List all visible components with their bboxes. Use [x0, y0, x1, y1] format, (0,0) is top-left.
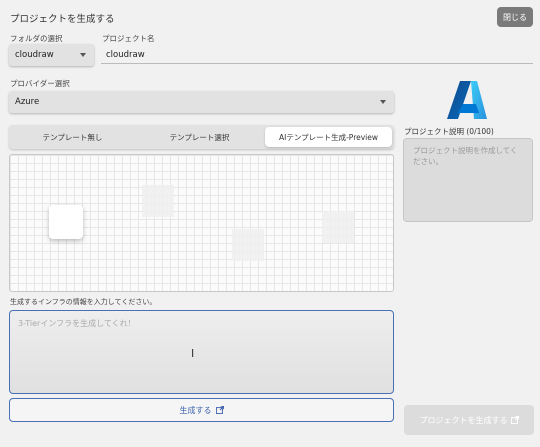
caret-down-icon	[80, 53, 86, 57]
ghost-node	[142, 185, 174, 217]
description-textarea[interactable]: プロジェクト説明を作成してください。	[403, 138, 533, 222]
folder-select-value: cloudraw	[15, 50, 54, 60]
create-project-button[interactable]: プロジェクトを生成する	[404, 405, 534, 435]
external-link-icon	[510, 416, 519, 424]
project-name-label: プロジェクト名	[102, 34, 155, 43]
description-label: プロジェクト説明 (0/100)	[404, 127, 494, 136]
project-name-input[interactable]: cloudraw	[101, 46, 533, 64]
preview-canvas[interactable]	[9, 154, 394, 292]
provider-select[interactable]: Azure	[9, 91, 394, 113]
tab-no-template[interactable]: テンプレート無し	[9, 125, 136, 149]
provider-label: プロバイダー選択	[10, 79, 70, 88]
azure-logo-icon	[447, 81, 487, 119]
tab-select-template[interactable]: テンプレート選択	[136, 125, 263, 149]
generate-button[interactable]: 生成する	[9, 398, 394, 422]
prompt-label: 生成するインフラの情報を入力してください。	[10, 298, 157, 306]
ghost-node	[232, 229, 264, 261]
folder-label: フォルダの選択	[10, 34, 63, 43]
template-tabs: テンプレート無し テンプレート選択 AIテンプレート生成-Preview	[9, 125, 394, 149]
close-button[interactable]: 閉じる	[497, 7, 533, 27]
folder-select[interactable]: cloudraw	[9, 44, 94, 66]
prompt-textarea[interactable]: 3-Tierインフラを生成してくれ！	[9, 310, 394, 394]
create-project-button-label: プロジェクトを生成する	[419, 415, 508, 425]
provider-select-value: Azure	[15, 97, 40, 107]
diagram-node[interactable]	[49, 205, 83, 239]
dialog-title: プロジェクトを生成する	[10, 14, 115, 25]
ghost-node	[322, 211, 354, 243]
generate-button-label: 生成する	[179, 405, 212, 415]
external-link-icon	[215, 406, 224, 414]
tab-ai-template[interactable]: AIテンプレート生成-Preview	[265, 127, 392, 147]
caret-down-icon	[380, 100, 386, 104]
text-cursor-icon: I	[191, 347, 195, 360]
